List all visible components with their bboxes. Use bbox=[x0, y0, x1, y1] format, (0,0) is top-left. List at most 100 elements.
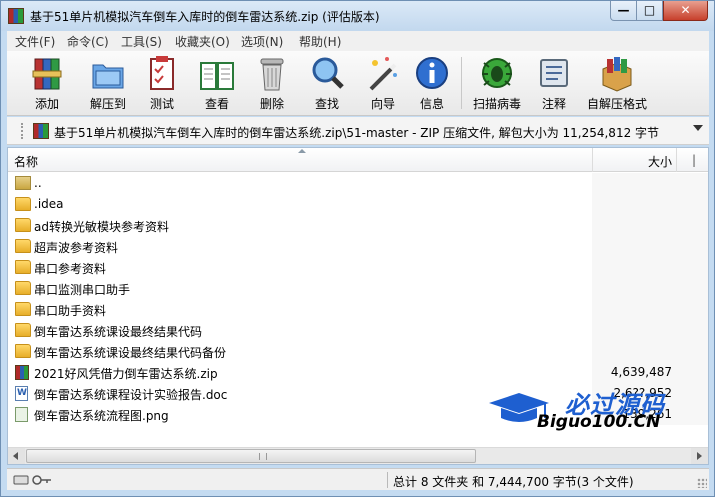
column-name[interactable]: 名称 bbox=[14, 153, 38, 170]
archive-add-icon bbox=[32, 58, 62, 90]
info-button[interactable]: 信息 bbox=[405, 55, 459, 113]
file-row[interactable]: 倒车雷达系统课设最终结果代码备份 bbox=[8, 341, 708, 362]
menu-file[interactable]: 文件(F) bbox=[15, 33, 55, 50]
menu-command[interactable]: 命令(C) bbox=[67, 33, 109, 50]
sfx-box-icon bbox=[602, 57, 632, 92]
test-checklist-icon bbox=[150, 56, 174, 90]
window-title: 基于51单片机模拟汽车倒车入库时的倒车雷达系统.zip (评估版本) bbox=[30, 10, 380, 24]
file-row[interactable]: ad转换光敏模块参考资料 bbox=[8, 215, 708, 236]
size-cell-bg bbox=[592, 278, 676, 299]
magnifier-icon bbox=[312, 57, 344, 89]
comment-icon bbox=[540, 59, 568, 87]
watermark-logo: 必过源码 Biguo100.CN bbox=[487, 385, 687, 435]
file-name: 串口助手资料 bbox=[34, 304, 107, 318]
file-row[interactable]: 串口监测串口助手 bbox=[8, 278, 708, 299]
extra-cell-bg bbox=[676, 278, 708, 299]
file-name: 倒车雷达系统课程设计实验报告.doc bbox=[34, 388, 228, 402]
png-image-icon bbox=[15, 407, 28, 422]
virus-scan-button[interactable]: 扫描病毒 bbox=[470, 55, 524, 113]
file-size: 4,639,487 bbox=[610, 365, 672, 379]
menu-help[interactable]: 帮助(H) bbox=[299, 33, 341, 50]
menu-bar: 文件(F) 命令(C) 工具(S) 收藏夹(O) 选项(N) 帮助(H) bbox=[7, 31, 709, 51]
comment-button[interactable]: 注释 bbox=[527, 55, 581, 113]
folder-icon bbox=[15, 218, 31, 232]
file-row[interactable]: 串口助手资料 bbox=[8, 299, 708, 320]
wizard-wand-icon bbox=[369, 57, 397, 91]
column-divider[interactable] bbox=[592, 148, 593, 172]
test-button[interactable]: 测试 bbox=[135, 55, 189, 113]
folder-icon bbox=[15, 323, 31, 337]
file-row[interactable]: .. bbox=[8, 173, 708, 194]
size-cell-bg bbox=[592, 320, 676, 341]
file-row[interactable]: 串口参考资料 bbox=[8, 257, 708, 278]
extra-cell-bg bbox=[676, 194, 708, 215]
view-button[interactable]: 查看 bbox=[190, 55, 244, 113]
size-cell-bg bbox=[592, 194, 676, 215]
size-cell-bg bbox=[592, 257, 676, 278]
close-button[interactable]: ✕ bbox=[663, 1, 708, 21]
size-cell-bg bbox=[592, 215, 676, 236]
file-name: .idea bbox=[34, 197, 64, 211]
column-size[interactable]: 大小 bbox=[648, 153, 672, 170]
chevron-down-icon[interactable] bbox=[693, 125, 703, 131]
maximize-icon: □ bbox=[643, 3, 656, 17]
size-cell-bg bbox=[592, 299, 676, 320]
add-button[interactable]: 添加 bbox=[20, 55, 74, 113]
menu-options[interactable]: 选项(N) bbox=[241, 33, 283, 50]
delete-button[interactable]: 删除 bbox=[245, 55, 299, 113]
folder-icon bbox=[15, 302, 31, 316]
scroll-right-icon[interactable] bbox=[691, 448, 708, 464]
folder-icon bbox=[15, 239, 31, 253]
extra-cell-bg bbox=[676, 341, 708, 362]
address-bar: 基于51单片机模拟汽车倒车入库时的倒车雷达系统.zip\51-master - … bbox=[7, 117, 709, 145]
file-name: 2021好风凭借力倒车雷达系统.zip bbox=[34, 367, 218, 381]
file-name: 超声波参考资料 bbox=[34, 241, 119, 255]
extra-cell-bg bbox=[676, 299, 708, 320]
column-divider[interactable] bbox=[676, 148, 677, 172]
archive-icon bbox=[33, 123, 49, 139]
extra-cell-bg bbox=[676, 236, 708, 257]
folder-icon bbox=[15, 344, 31, 358]
virus-scan-icon bbox=[482, 58, 512, 88]
minimize-button[interactable]: — bbox=[610, 1, 637, 21]
zip-file-icon bbox=[15, 365, 29, 380]
resize-grip[interactable] bbox=[697, 478, 707, 488]
scroll-left-icon[interactable] bbox=[8, 448, 25, 464]
comment-label: 注释 bbox=[541, 97, 566, 111]
find-button[interactable]: 查找 bbox=[300, 55, 354, 113]
status-bar: 总计 8 文件夹 和 7,444,700 字节(3 个文件) bbox=[7, 468, 709, 490]
status-divider bbox=[387, 472, 388, 488]
minimize-icon: — bbox=[617, 3, 630, 17]
app-window: 基于51单片机模拟汽车倒车入库时的倒车雷达系统.zip (评估版本) — □ ✕… bbox=[0, 0, 715, 497]
toolbar: 添加 解压到 测试 查看 删除 查找 向导 信息 扫描病毒 注释 自解压格式 bbox=[7, 51, 709, 116]
sort-ascending-icon bbox=[298, 149, 306, 153]
file-row[interactable]: 超声波参考资料 bbox=[8, 236, 708, 257]
folder-icon bbox=[15, 260, 31, 274]
file-name: 倒车雷达系统课设最终结果代码 bbox=[34, 325, 203, 339]
watermark-subtitle: Biguo100.CN bbox=[537, 412, 661, 432]
maximize-button[interactable]: □ bbox=[637, 1, 663, 21]
address-path[interactable]: 基于51单片机模拟汽车倒车入库时的倒车雷达系统.zip\51-master - … bbox=[54, 124, 659, 141]
size-cell-bg bbox=[592, 341, 676, 362]
menu-tools[interactable]: 工具(S) bbox=[121, 33, 162, 50]
status-summary: 总计 8 文件夹 和 7,444,700 字节(3 个文件) bbox=[393, 475, 634, 489]
scroll-thumb[interactable] bbox=[26, 449, 476, 463]
file-name: 串口参考资料 bbox=[34, 262, 107, 276]
horizontal-scrollbar[interactable] bbox=[8, 447, 708, 464]
drive-key-icon bbox=[13, 475, 51, 485]
file-row[interactable]: .idea bbox=[8, 194, 708, 215]
grip-icon bbox=[259, 453, 267, 460]
add-label: 添加 bbox=[34, 97, 59, 111]
size-cell-bg bbox=[592, 173, 676, 194]
close-icon: ✕ bbox=[680, 3, 691, 17]
menu-favorites[interactable]: 收藏夹(O) bbox=[175, 33, 230, 50]
file-row[interactable]: 2021好风凭借力倒车雷达系统.zip 4,639,487 bbox=[8, 362, 708, 383]
file-name: 倒车雷达系统课设最终结果代码备份 bbox=[34, 346, 227, 360]
column-more[interactable]: | bbox=[692, 153, 696, 167]
winrar-app-icon bbox=[8, 8, 24, 24]
file-row[interactable]: 倒车雷达系统课设最终结果代码 bbox=[8, 320, 708, 341]
view-book-icon bbox=[200, 62, 234, 90]
sfx-button[interactable]: 自解压格式 bbox=[587, 55, 647, 113]
folder-icon bbox=[15, 281, 31, 295]
extra-cell-bg bbox=[676, 257, 708, 278]
